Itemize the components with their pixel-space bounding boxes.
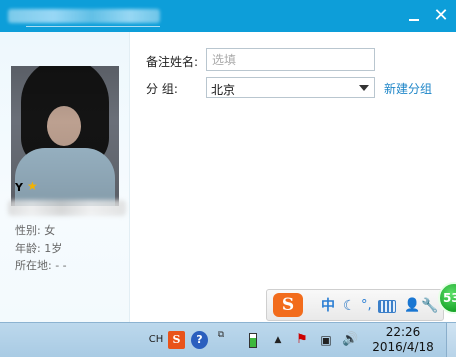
- user-icon[interactable]: 👤: [404, 296, 420, 316]
- group-selected-value: 北京: [211, 83, 236, 97]
- minimize-icon: [409, 19, 419, 21]
- ime-toolbar: S 中 ☾ °, 👤 🔧: [266, 289, 444, 321]
- show-hidden-icons-icon[interactable]: ▲: [272, 331, 284, 349]
- sogou-tray-icon[interactable]: S: [168, 331, 185, 349]
- restore-icon[interactable]: ⧉: [215, 331, 227, 349]
- taskbar: CH S ? ⧉ ▲ ⚑ ▣ 🔊 22:26 2016/4/18: [0, 322, 456, 357]
- show-desktop-button[interactable]: [446, 323, 456, 357]
- title-underline: [26, 26, 160, 27]
- language-indicator[interactable]: CH: [147, 331, 165, 349]
- group-select[interactable]: 北京: [206, 77, 375, 98]
- star-icon: ★: [27, 179, 38, 193]
- close-button[interactable]: ✕: [431, 6, 451, 26]
- remark-name-label: 备注姓名:: [146, 55, 199, 69]
- ime-mode-toggle[interactable]: 中: [321, 296, 335, 316]
- minimize-button[interactable]: [404, 6, 424, 26]
- volume-icon[interactable]: 🔊: [342, 331, 358, 349]
- clock-date: 2016/4/18: [372, 340, 434, 354]
- wrench-icon[interactable]: 🔧: [421, 296, 438, 316]
- title-bar: ✕: [0, 0, 456, 32]
- network-icon[interactable]: ▣: [318, 331, 334, 349]
- location-info: 所在地: - -: [15, 259, 67, 272]
- gender-info: 性别: 女: [15, 224, 56, 237]
- age-info: 年龄: 1岁: [15, 242, 63, 255]
- clock-time: 22:26: [385, 325, 421, 339]
- action-center-flag-icon[interactable]: ⚑: [294, 331, 310, 349]
- keyboard-icon[interactable]: [378, 300, 396, 313]
- profile-panel: [0, 32, 130, 322]
- battery-icon[interactable]: [246, 331, 260, 349]
- chevron-down-icon: [359, 85, 369, 91]
- clock[interactable]: 22:26 2016/4/18: [370, 325, 436, 355]
- window-title-blurred: [8, 9, 160, 23]
- nickname: Y: [15, 181, 23, 194]
- sogou-logo-icon[interactable]: S: [273, 293, 303, 317]
- group-label: 分 组:: [146, 82, 178, 96]
- signature-blurred: [8, 200, 126, 216]
- remark-name-input[interactable]: [206, 48, 375, 71]
- moon-icon[interactable]: ☾: [343, 296, 356, 316]
- help-icon[interactable]: ?: [191, 331, 208, 349]
- new-group-link[interactable]: 新建分组: [384, 80, 432, 97]
- punctuation-icon[interactable]: °,: [361, 296, 372, 316]
